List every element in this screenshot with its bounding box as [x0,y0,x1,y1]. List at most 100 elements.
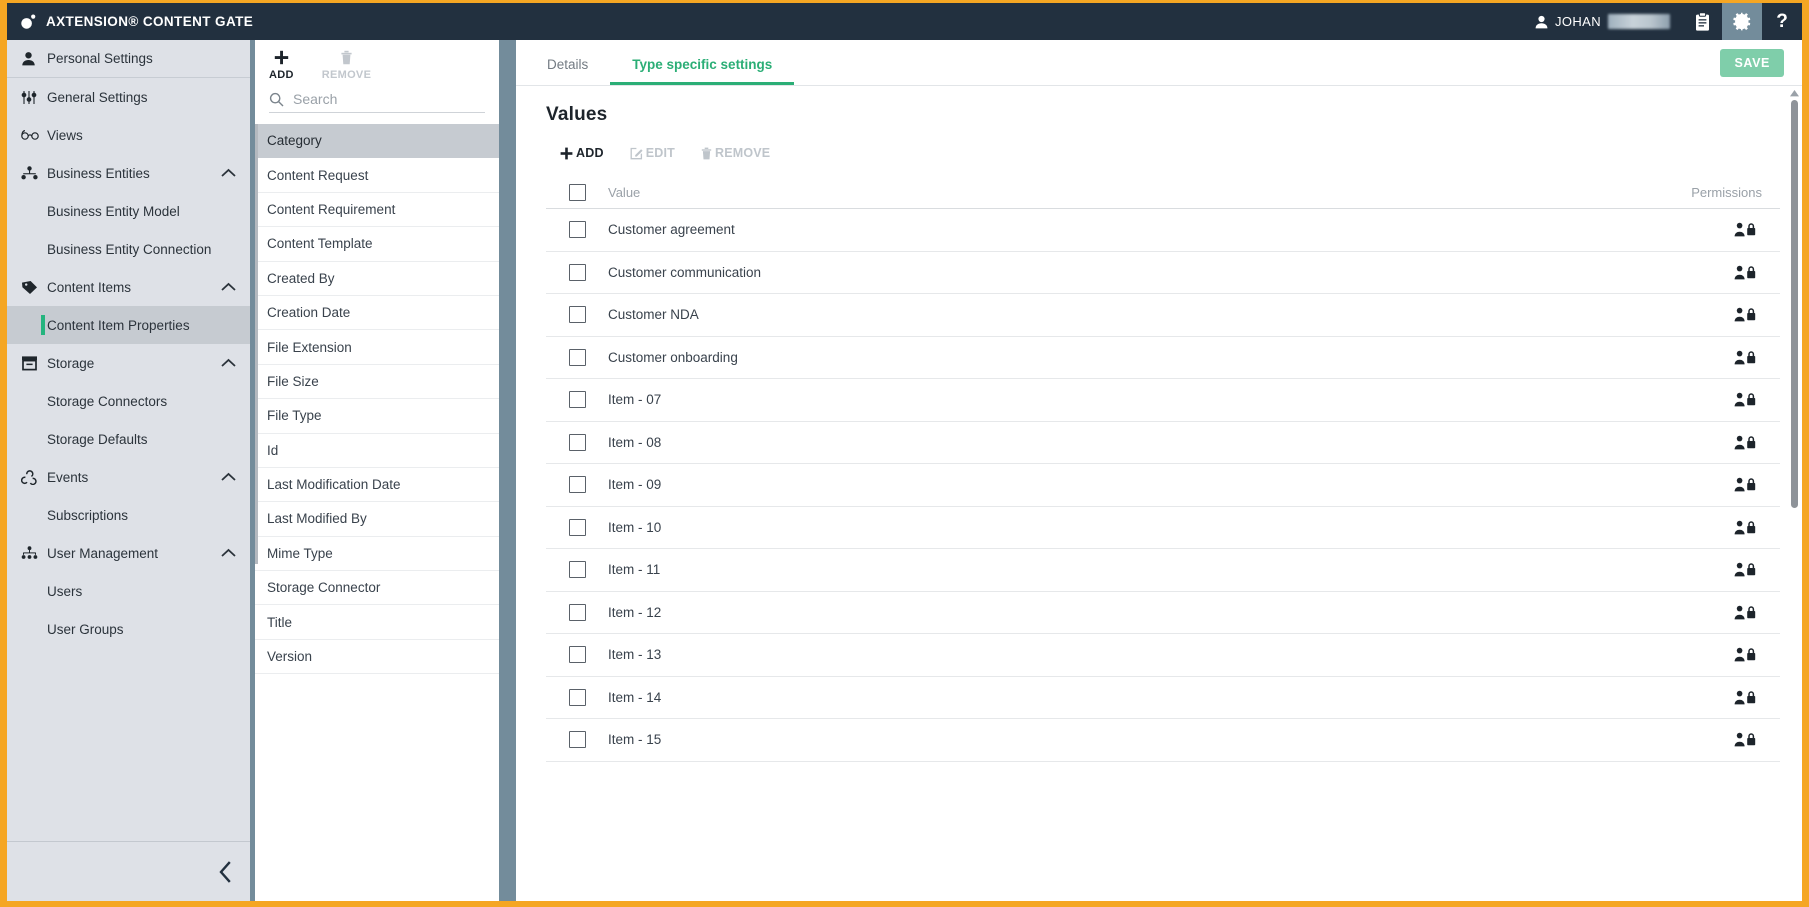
row-checkbox[interactable] [569,476,586,493]
property-item-file-type[interactable]: File Type [255,399,499,433]
user-lock-icon[interactable] [1630,307,1780,322]
table-row[interactable]: Item - 07 [546,379,1780,422]
main-scrollbar-thumb[interactable] [1791,100,1798,508]
table-row[interactable]: Item - 09 [546,464,1780,507]
add-value-button[interactable]: ADD [560,146,604,160]
sidebar-item-users[interactable]: Users [7,572,250,610]
row-checkbox[interactable] [569,689,586,706]
property-item-version[interactable]: Version [255,640,499,674]
user-lock-icon[interactable] [1630,605,1780,620]
main-scrollbar[interactable] [1787,86,1802,901]
remove-value-button[interactable]: REMOVE [701,146,770,160]
row-checkbox[interactable] [569,434,586,451]
sidebar-item-storage-defaults[interactable]: Storage Defaults [7,420,250,458]
user-lock-icon[interactable] [1630,520,1780,535]
sidebar-item-content-item-properties[interactable]: Content Item Properties [7,306,250,344]
user-lock-icon[interactable] [1630,392,1780,407]
property-item-content-requirement[interactable]: Content Requirement [255,193,499,227]
table-row[interactable]: Customer onboarding [546,337,1780,380]
user-lock-icon[interactable] [1630,222,1780,237]
property-item-storage-connector[interactable]: Storage Connector [255,571,499,605]
chevron-up-icon[interactable] [221,473,236,482]
sidebar-item-storage[interactable]: Storage [7,344,250,382]
user-lock-icon[interactable] [1630,690,1780,705]
chevron-left-icon[interactable] [217,859,234,885]
row-checkbox[interactable] [569,221,586,238]
table-row[interactable]: Customer communication [546,252,1780,295]
chevron-up-icon[interactable] [221,283,236,292]
add-property-button[interactable]: ADD [269,50,294,81]
row-checkbox[interactable] [569,646,586,663]
property-item-content-request[interactable]: Content Request [255,158,499,192]
tab-type-specific-settings[interactable]: Type specific settings [610,44,794,85]
sidebar-item-events[interactable]: Events [7,458,250,496]
row-checkbox-cell[interactable] [546,561,608,578]
sidebar-item-business-entities[interactable]: Business Entities [7,154,250,192]
properties-scrollbar-thumb[interactable] [255,124,258,564]
row-checkbox[interactable] [569,391,586,408]
row-checkbox-cell[interactable] [546,476,608,493]
chevron-up-icon[interactable] [221,169,236,178]
property-item-file-extension[interactable]: File Extension [255,330,499,364]
row-checkbox[interactable] [569,604,586,621]
search-input[interactable]: Search [293,91,337,107]
row-checkbox[interactable] [569,731,586,748]
row-checkbox[interactable] [569,349,586,366]
user-lock-icon[interactable] [1630,435,1780,450]
property-item-last-modification-date[interactable]: Last Modification Date [255,468,499,502]
select-all-checkbox[interactable] [569,184,586,201]
chevron-up-icon[interactable] [221,359,236,368]
row-checkbox-cell[interactable] [546,221,608,238]
user-lock-icon[interactable] [1630,265,1780,280]
sidebar-item-general-settings[interactable]: General Settings [7,78,250,116]
sidebar-item-personal-settings[interactable]: Personal Settings [7,40,250,78]
user-lock-icon[interactable] [1630,350,1780,365]
user-lock-icon[interactable] [1630,647,1780,662]
gear-icon[interactable] [1722,3,1762,40]
sidebar-item-business-entity-connection[interactable]: Business Entity Connection [7,230,250,268]
sidebar-item-user-groups[interactable]: User Groups [7,610,250,648]
user-menu[interactable]: JOHAN [1523,3,1682,40]
remove-property-button[interactable]: REMOVE [322,50,371,81]
row-checkbox-cell[interactable] [546,306,608,323]
row-checkbox-cell[interactable] [546,689,608,706]
table-row[interactable]: Item - 08 [546,422,1780,465]
sidebar-item-subscriptions[interactable]: Subscriptions [7,496,250,534]
row-checkbox[interactable] [569,561,586,578]
property-item-category[interactable]: Category [255,124,499,158]
property-item-creation-date[interactable]: Creation Date [255,296,499,330]
row-checkbox[interactable] [569,306,586,323]
table-row[interactable]: Item - 11 [546,549,1780,592]
row-checkbox-cell[interactable] [546,264,608,281]
sidebar-item-business-entity-model[interactable]: Business Entity Model [7,192,250,230]
chevron-up-icon[interactable] [221,549,236,558]
row-checkbox-cell[interactable] [546,391,608,408]
row-checkbox-cell[interactable] [546,604,608,621]
properties-scrollbar[interactable] [255,124,258,674]
row-checkbox-cell[interactable] [546,646,608,663]
user-lock-icon[interactable] [1630,477,1780,492]
select-all-cell[interactable] [546,184,608,201]
property-item-mime-type[interactable]: Mime Type [255,537,499,571]
row-checkbox[interactable] [569,264,586,281]
row-checkbox-cell[interactable] [546,349,608,366]
help-icon[interactable]: ? [1762,3,1802,40]
user-lock-icon[interactable] [1630,562,1780,577]
user-lock-icon[interactable] [1630,732,1780,747]
sidebar-item-content-items[interactable]: Content Items [7,268,250,306]
clipboard-icon[interactable] [1682,3,1722,40]
edit-value-button[interactable]: EDIT [630,146,675,160]
row-checkbox[interactable] [569,519,586,536]
row-checkbox-cell[interactable] [546,434,608,451]
property-item-file-size[interactable]: File Size [255,365,499,399]
sidebar-item-user-management[interactable]: User Management [7,534,250,572]
sidebar-item-views[interactable]: Views [7,116,250,154]
property-item-created-by[interactable]: Created By [255,262,499,296]
row-checkbox-cell[interactable] [546,731,608,748]
property-item-id[interactable]: Id [255,434,499,468]
table-row[interactable]: Customer agreement [546,209,1780,252]
save-button[interactable]: SAVE [1720,49,1784,77]
table-row[interactable]: Item - 13 [546,634,1780,677]
row-checkbox-cell[interactable] [546,519,608,536]
property-item-last-modified-by[interactable]: Last Modified By [255,502,499,536]
